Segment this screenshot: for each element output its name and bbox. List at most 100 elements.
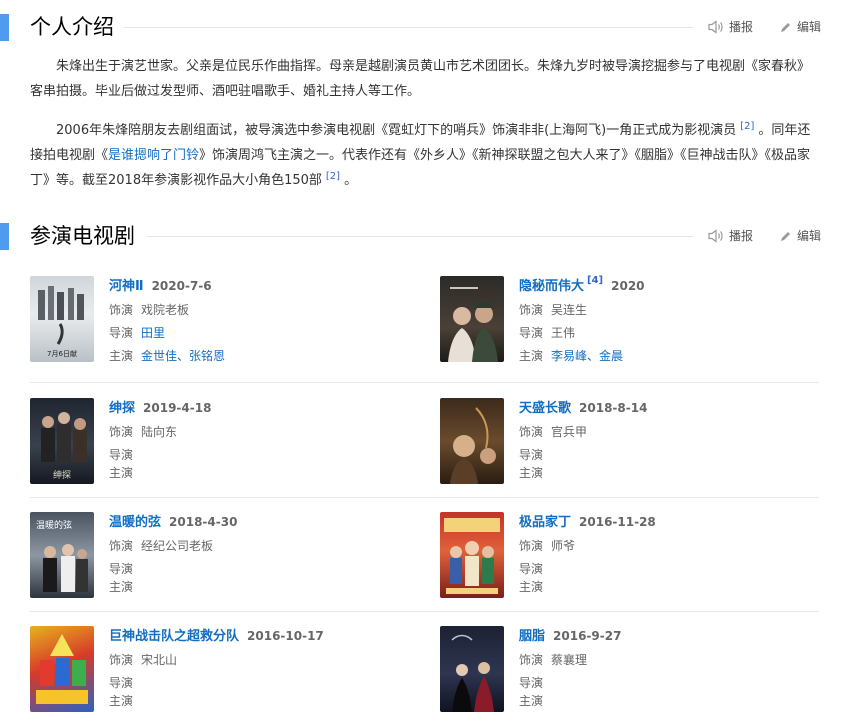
- tv-cast-row: 主演: [519, 466, 544, 480]
- tv-title-line: 绅探 2019-4-18: [109, 398, 211, 418]
- pencil-icon: [779, 230, 792, 243]
- tv-title-link[interactable]: 巨神战击队之超救分队: [109, 629, 239, 644]
- speaker-icon: [708, 229, 724, 243]
- reference-link[interactable]: [2]: [326, 171, 340, 182]
- section-accent-bar: [0, 223, 9, 250]
- tv-date: 2020: [611, 279, 645, 293]
- tv-title-link[interactable]: 河神Ⅱ: [109, 279, 144, 294]
- tv-director-row: 导演: [109, 448, 134, 462]
- cast-link[interactable]: 金世佳、张铭恩: [141, 349, 225, 363]
- tv-title-link[interactable]: 绅探: [109, 401, 135, 416]
- tv-item: 温暖的弦 温暖的弦 2018-4-30 饰演 经纪公司老板 导演 主演: [30, 512, 430, 606]
- play-button[interactable]: 播报: [708, 227, 753, 245]
- pencil-icon: [779, 21, 792, 34]
- poster-image[interactable]: [440, 398, 504, 484]
- tv-item: 极品家丁 2016-11-28 饰演 师爷 导演 主演: [440, 512, 840, 606]
- tv-role-row: 饰演 官兵甲: [519, 425, 588, 439]
- intro-text: 朱烽出生于演艺世家。父亲是位民乐作曲指挥。母亲是越剧演员黄山市艺术团团长。朱烽九…: [30, 59, 811, 99]
- tv-title-link[interactable]: 温暖的弦: [109, 515, 161, 530]
- tv-role-row: 饰演 宋北山: [109, 653, 178, 667]
- tv-title-line: 天盛长歌 2018-8-14: [519, 398, 647, 418]
- tv-date: 2016-11-28: [579, 515, 656, 529]
- tv-cast-row: 主演 金世佳、张铭恩: [109, 349, 226, 363]
- tv-director-row: 导演 田里: [109, 326, 166, 340]
- tv-director-row: 导演: [519, 562, 544, 576]
- tv-cast-row: 主演: [519, 580, 544, 594]
- tv-title-link[interactable]: 天盛长歌: [519, 401, 571, 416]
- cast-link[interactable]: 李易峰、金晨: [551, 349, 623, 363]
- play-label: 播报: [729, 229, 754, 243]
- section-rule: [124, 27, 694, 28]
- edit-label: 编辑: [797, 229, 822, 243]
- tv-director-row: 导演: [109, 562, 134, 576]
- tv-role-row: 饰演 蔡襄理: [519, 653, 588, 667]
- tv-title-line: 温暖的弦 2018-4-30: [109, 512, 237, 532]
- tv-title-link[interactable]: 极品家丁: [519, 515, 571, 530]
- svg-text:7月6日献: 7月6日献: [47, 349, 77, 358]
- tv-date: 2018-4-30: [169, 515, 238, 529]
- tv-date: 2016-9-27: [553, 629, 622, 643]
- poster-image[interactable]: 7月6日献: [30, 276, 94, 362]
- tv-title-line: 巨神战击队之超救分队 2016-10-17: [109, 626, 324, 646]
- tv-role-row: 饰演 吴连生: [519, 303, 588, 317]
- tv-cast-row: 主演: [109, 580, 134, 594]
- tv-item: 巨神战击队之超救分队 2016-10-17 饰演 宋北山 导演 主演: [30, 626, 430, 720]
- reference-link[interactable]: [4]: [587, 275, 603, 286]
- tv-role-row: 饰演 陆向东: [109, 425, 178, 439]
- tv-title-line: 隐秘而伟大 [4] 2020: [519, 275, 645, 296]
- tv-role-row: 饰演 师爷: [519, 539, 576, 553]
- tv-director-row: 导演: [109, 676, 134, 690]
- poster-image[interactable]: [440, 512, 504, 598]
- tv-item: 绅探 绅探 2019-4-18 饰演 陆向东 导演 主演: [30, 398, 430, 492]
- tv-item: 天盛长歌 2018-8-14 饰演 官兵甲 导演 主演: [440, 398, 840, 492]
- tv-director-row: 导演 王伟: [519, 326, 576, 340]
- tv-role-row: 饰演 戏院老板: [109, 303, 190, 317]
- tv-date: 2016-10-17: [247, 629, 324, 643]
- reference-link[interactable]: [2]: [740, 121, 754, 132]
- edit-button[interactable]: 编辑: [779, 18, 821, 36]
- tv-title-line: 极品家丁 2016-11-28: [519, 512, 656, 532]
- intro-text: 2006年朱烽陪朋友去剧组面试，被导演选中参演电视剧《霓虹灯下的哨兵》饰演非非(…: [56, 123, 737, 138]
- edit-label: 编辑: [797, 20, 822, 34]
- section-title: 参演电视剧: [30, 224, 135, 248]
- tv-title-link[interactable]: 隐秘而伟大: [519, 279, 584, 294]
- tv-date: 2020-7-6: [151, 279, 212, 293]
- play-button[interactable]: 播报: [708, 18, 753, 36]
- director-link[interactable]: 田里: [141, 326, 165, 340]
- tv-cast-row: 主演: [109, 466, 134, 480]
- poster-image[interactable]: 温暖的弦: [30, 512, 94, 598]
- edit-button[interactable]: 编辑: [779, 227, 821, 245]
- tv-date: 2018-8-14: [579, 401, 648, 415]
- section-title: 个人介绍: [30, 15, 114, 39]
- poster-image[interactable]: [440, 626, 504, 712]
- section-accent-bar: [0, 14, 9, 41]
- row-divider: [30, 382, 819, 383]
- tv-title-line: 河神Ⅱ 2020-7-6: [109, 276, 212, 296]
- intro-text: 。: [344, 173, 358, 188]
- tv-date: 2019-4-18: [143, 401, 212, 415]
- svg-text:绅探: 绅探: [53, 469, 71, 481]
- row-divider: [30, 497, 819, 498]
- intro-paragraph-2: 2006年朱烽陪朋友去剧组面试，被导演选中参演电视剧《霓虹灯下的哨兵》饰演非非(…: [30, 118, 820, 193]
- section-header-intro: 个人介绍 播报 编辑: [0, 12, 850, 42]
- section-header-tv: 参演电视剧 播报 编辑: [0, 221, 850, 251]
- section-rule: [147, 236, 694, 237]
- row-divider: [30, 611, 819, 612]
- play-label: 播报: [729, 20, 754, 34]
- tv-title-link[interactable]: 胭脂: [519, 629, 545, 644]
- poster-image[interactable]: 绅探: [30, 398, 94, 484]
- tv-item: 胭脂 2016-9-27 饰演 蔡襄理 导演 主演: [440, 626, 840, 720]
- tv-item: 隐秘而伟大 [4] 2020 饰演 吴连生 导演 王伟 主演 李易峰、金晨: [440, 275, 840, 370]
- poster-image[interactable]: [30, 626, 94, 712]
- tv-role-row: 饰演 经纪公司老板: [109, 539, 214, 553]
- tv-cast-row: 主演: [519, 694, 544, 708]
- intro-paragraph-1: 朱烽出生于演艺世家。父亲是位民乐作曲指挥。母亲是越剧演员黄山市艺术团团长。朱烽九…: [30, 54, 820, 104]
- tv-title-line: 胭脂 2016-9-27: [519, 626, 621, 646]
- tv-cast-row: 主演: [109, 694, 134, 708]
- tv-cast-row: 主演 李易峰、金晨: [519, 349, 624, 363]
- drama-link[interactable]: 是谁摁响了门铃: [108, 148, 199, 163]
- poster-image[interactable]: [440, 276, 504, 362]
- tv-director-row: 导演: [519, 676, 544, 690]
- speaker-icon: [708, 20, 724, 34]
- svg-text:温暖的弦: 温暖的弦: [36, 519, 72, 531]
